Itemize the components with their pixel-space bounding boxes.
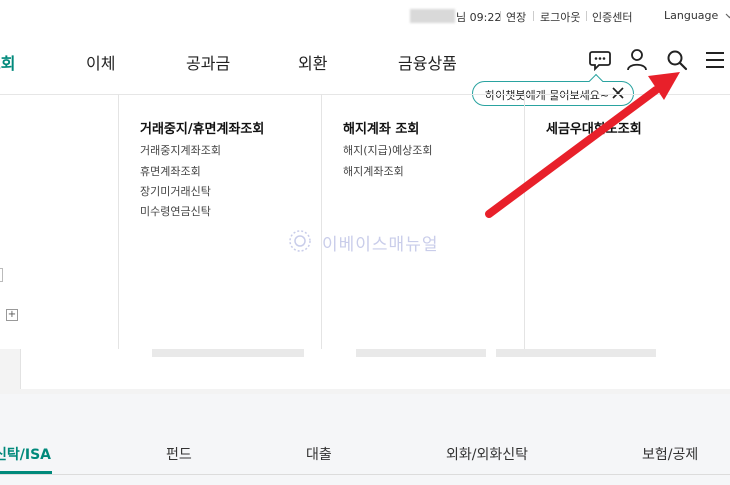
chat-icon[interactable]	[589, 49, 611, 71]
greeting-time: 님 09:22	[456, 11, 502, 24]
menu-link-closed-account[interactable]: 해지계좌조회	[343, 163, 404, 179]
nav-financial-products[interactable]: 금융상품	[398, 50, 457, 74]
logout-link[interactable]: 로그아웃	[540, 9, 580, 25]
cert-center-link[interactable]: 인증센터	[592, 9, 632, 25]
extend-session-link[interactable]: 연장	[506, 9, 526, 25]
watermark-text: 이베이스매뉴얼	[322, 235, 439, 255]
menu-link-long-term-trust[interactable]: 장기미거래신탁	[140, 183, 211, 199]
partial-control	[0, 268, 3, 282]
user-name-blurred	[410, 9, 455, 23]
divider	[0, 474, 730, 475]
menu-icon[interactable]	[705, 51, 725, 69]
divider	[500, 11, 501, 21]
language-selector[interactable]: Language	[664, 9, 730, 22]
shadow-strip	[152, 349, 304, 357]
nav-transfer[interactable]: 이체	[86, 50, 115, 74]
menu-col-dormant-title[interactable]: 거래중지/휴면계좌조회	[140, 118, 264, 137]
tab-foreign-currency-trust[interactable]: 외화/외화신탁	[446, 444, 528, 464]
language-label: Language	[664, 9, 719, 22]
tab-insurance[interactable]: 보험/공제	[642, 444, 698, 464]
divider	[533, 11, 534, 21]
nav-inquiry[interactable]: 조회	[0, 50, 15, 74]
divider	[586, 11, 587, 21]
top-utility-bar: 님 09:22 연장 로그아웃 인증센터 Language	[0, 0, 730, 34]
column-divider	[524, 94, 525, 349]
nav-utility-bills[interactable]: 공과금	[186, 50, 230, 74]
shadow-strip	[496, 349, 656, 357]
shadow-strip	[356, 349, 486, 357]
tab-fund[interactable]: 펀드	[166, 444, 192, 464]
tab-loan[interactable]: 대출	[306, 444, 332, 464]
column-divider	[321, 94, 322, 349]
watermark-logo-icon	[289, 230, 311, 252]
menu-link-expected-closure[interactable]: 해지(지급)예상조회	[343, 142, 433, 158]
bottom-tabs-area	[0, 394, 730, 485]
tab-trust-isa[interactable]: 신탁/ISA	[0, 444, 51, 464]
menu-link-suspended-account[interactable]: 거래중지계좌조회	[140, 142, 221, 158]
tooltip-tail	[588, 73, 604, 89]
menu-link-dormant-account[interactable]: 휴면계좌조회	[140, 163, 201, 179]
search-icon[interactable]	[666, 49, 688, 71]
menu-col-closed-title[interactable]: 해지계좌 조회	[343, 118, 419, 137]
chevron-down-icon	[725, 13, 730, 19]
expand-plus-icon[interactable]: +	[6, 309, 18, 321]
column-divider	[118, 94, 119, 349]
menu-col-tax-title[interactable]: 세금우대한도조회	[546, 118, 642, 137]
nav-foreign-exchange[interactable]: 외환	[298, 50, 327, 74]
menu-link-unclaimed-pension[interactable]: 미수령연금신탁	[140, 203, 211, 219]
user-icon[interactable]	[626, 48, 648, 72]
